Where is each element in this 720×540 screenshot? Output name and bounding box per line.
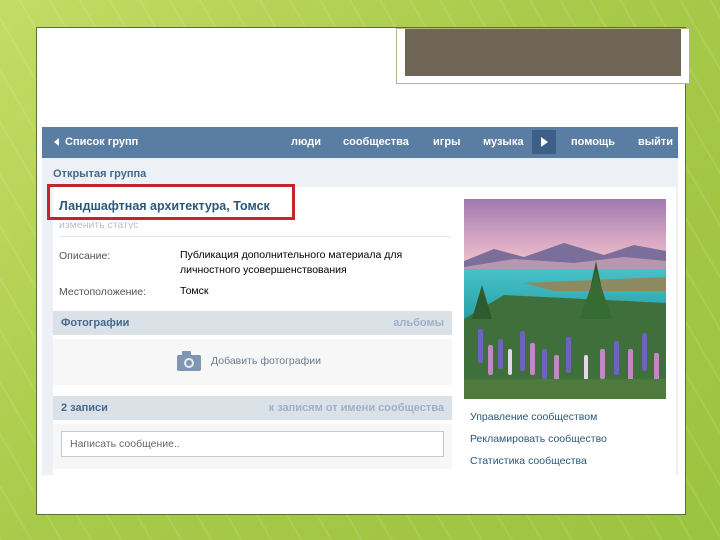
back-to-groups-label: Список групп bbox=[65, 136, 139, 148]
posts-as-community-link[interactable]: к записям от имени сообщества bbox=[269, 402, 444, 414]
new-post-input[interactable]: Написать сообщение.. bbox=[61, 431, 444, 457]
group-type-label: Открытая группа bbox=[53, 168, 147, 180]
nav-item-communities[interactable]: сообщества bbox=[343, 136, 409, 148]
music-play-button[interactable] bbox=[532, 130, 556, 154]
title-placeholder bbox=[405, 29, 681, 76]
top-navigation-bar: Список групп люди сообщества игры музыка… bbox=[42, 127, 678, 158]
nav-item-logout[interactable]: выйти bbox=[638, 136, 673, 148]
posts-section-header: 2 записи к записям от имени сообщества bbox=[53, 396, 452, 420]
title-placeholder-frame bbox=[396, 28, 690, 84]
posts-section: Написать сообщение.. bbox=[53, 424, 452, 469]
description-value: Публикация дополнительного материала для… bbox=[180, 249, 403, 276]
add-photos-button[interactable]: Добавить фотографии bbox=[177, 351, 321, 371]
social-group-screenshot: Список групп люди сообщества игры музыка… bbox=[42, 127, 678, 475]
divider bbox=[59, 236, 451, 237]
nav-item-games[interactable]: игры bbox=[433, 136, 460, 148]
back-to-groups-link[interactable]: Список групп bbox=[54, 136, 138, 148]
group-cover-photo[interactable] bbox=[464, 199, 666, 399]
nav-item-people[interactable]: люди bbox=[291, 136, 321, 148]
photos-title[interactable]: Фотографии bbox=[61, 317, 129, 329]
advertise-community-link[interactable]: Рекламировать сообщество bbox=[470, 433, 607, 445]
manage-community-link[interactable]: Управление сообществом bbox=[470, 411, 597, 423]
location-value[interactable]: Томск bbox=[180, 284, 430, 299]
group-content: Ландшафтная архитектура, Томск изменить … bbox=[47, 184, 676, 475]
chevron-left-icon bbox=[54, 138, 59, 146]
description-label: Описание: bbox=[59, 250, 111, 262]
camera-icon bbox=[177, 351, 201, 371]
posts-count[interactable]: 2 записи bbox=[61, 402, 108, 414]
group-status[interactable]: изменить статус bbox=[59, 219, 138, 229]
community-stats-link[interactable]: Статистика сообщества bbox=[470, 455, 587, 467]
nav-item-help[interactable]: помощь bbox=[571, 136, 615, 148]
add-photos-label: Добавить фотографии bbox=[211, 355, 321, 367]
albums-link[interactable]: альбомы bbox=[393, 317, 444, 329]
highlight-box bbox=[47, 184, 295, 220]
play-icon bbox=[540, 137, 548, 147]
location-label: Местоположение: bbox=[59, 286, 147, 298]
nav-item-music[interactable]: музыка bbox=[483, 136, 523, 148]
photos-section: Добавить фотографии bbox=[53, 339, 452, 385]
photos-section-header: Фотографии альбомы bbox=[53, 311, 452, 335]
